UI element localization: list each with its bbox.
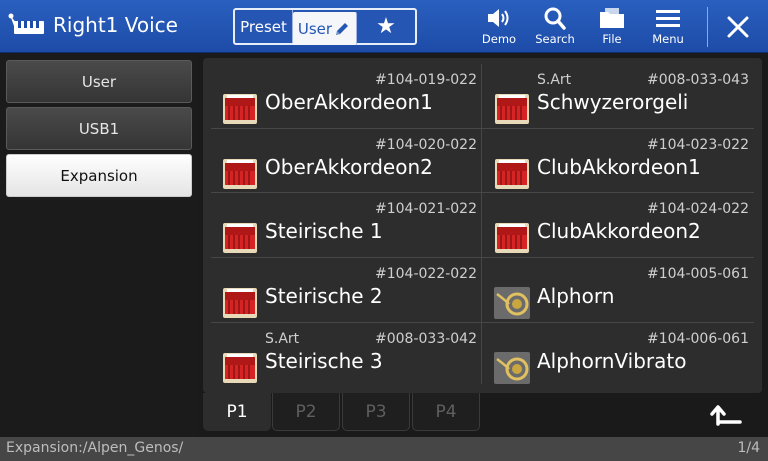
voice-number: #104-021-022 bbox=[375, 201, 477, 217]
voice-name: Steirische 2 bbox=[265, 284, 383, 308]
sidebar-item-usb1[interactable]: USB1 bbox=[6, 107, 192, 150]
voice-name: Alphorn bbox=[537, 284, 615, 308]
voice-item[interactable]: #104-019-022 OberAkkordeon1 bbox=[211, 64, 481, 128]
menu-button[interactable]: Menu bbox=[641, 6, 695, 50]
voice-item[interactable]: S.Art #008-033-043 Schwyzerorgeli bbox=[483, 64, 753, 128]
location-sidebar: User USB1 Expansion bbox=[0, 54, 198, 437]
speaker-icon bbox=[488, 9, 509, 27]
file-label: File bbox=[602, 32, 622, 46]
hamburger-menu-icon bbox=[656, 10, 680, 27]
voice-number: #104-020-022 bbox=[375, 137, 477, 153]
page-indicator: 1/4 bbox=[737, 440, 760, 456]
tab-p1[interactable]: P1 bbox=[203, 393, 271, 431]
voice-number: #104-022-022 bbox=[375, 266, 477, 282]
current-path: Expansion:/Alpen_Genos/ bbox=[6, 440, 184, 456]
voice-number: #104-019-022 bbox=[375, 72, 477, 88]
voice-item[interactable]: #104-020-022 OberAkkordeon2 bbox=[211, 129, 481, 193]
voice-item[interactable]: #104-023-022 ClubAkkordeon1 bbox=[483, 129, 753, 193]
close-icon[interactable] bbox=[716, 8, 760, 46]
voice-item[interactable]: #104-022-022 Steirische 2 bbox=[211, 258, 481, 322]
search-label: Search bbox=[535, 32, 575, 46]
user-button-label: User bbox=[297, 19, 333, 38]
voice-name: Steirische 1 bbox=[265, 219, 383, 243]
voice-tag: S.Art bbox=[265, 331, 300, 347]
accordion-icon bbox=[493, 221, 531, 255]
star-icon: ★ bbox=[376, 14, 396, 39]
tab-p4[interactable]: P4 bbox=[412, 393, 480, 431]
page-title: Right1 Voice bbox=[53, 13, 178, 37]
voice-list-panel: #104-019-022 OberAkkordeon1 S.Art #008-033-… bbox=[203, 58, 762, 393]
voice-number: #008-033-043 bbox=[647, 72, 749, 88]
voice-number: #104-024-022 bbox=[647, 201, 749, 217]
accordion-icon bbox=[493, 157, 531, 191]
preset-button[interactable]: Preset bbox=[235, 10, 293, 43]
voice-item[interactable]: #104-024-022 ClubAkkordeon2 bbox=[483, 193, 753, 257]
up-folder-icon[interactable] bbox=[706, 398, 746, 430]
sidebar-item-user[interactable]: User bbox=[6, 60, 192, 103]
voice-name: ClubAkkordeon2 bbox=[537, 219, 701, 243]
search-button[interactable]: Search bbox=[528, 6, 582, 50]
voice-name: ClubAkkordeon1 bbox=[537, 155, 701, 179]
user-button[interactable]: User bbox=[293, 12, 357, 45]
voice-item[interactable]: #104-021-022 Steirische 1 bbox=[211, 193, 481, 257]
keyboard-hand-icon bbox=[8, 13, 44, 34]
voice-item[interactable]: #104-006-061 AlphornVibrato bbox=[483, 323, 753, 387]
file-button[interactable]: File bbox=[585, 6, 639, 50]
horn-icon bbox=[493, 351, 531, 385]
voice-name: Schwyzerorgeli bbox=[537, 90, 689, 114]
accordion-icon bbox=[221, 351, 259, 385]
favorite-button[interactable]: ★ bbox=[357, 10, 415, 43]
voice-name: Steirische 3 bbox=[265, 349, 383, 373]
demo-button[interactable]: Demo bbox=[472, 6, 526, 50]
column-divider bbox=[481, 64, 482, 384]
pencil-icon bbox=[336, 22, 349, 35]
voice-item[interactable]: S.Art #008-033-042 Steirische 3 bbox=[211, 323, 481, 387]
tab-p3[interactable]: P3 bbox=[342, 393, 410, 431]
menu-label: Menu bbox=[652, 32, 684, 46]
voice-tag: S.Art bbox=[537, 72, 572, 88]
voice-number: #008-033-042 bbox=[375, 331, 477, 347]
voice-number: #104-006-061 bbox=[647, 331, 749, 347]
tab-p2[interactable]: P2 bbox=[272, 393, 340, 431]
voice-name: AlphornVibrato bbox=[537, 349, 687, 373]
accordion-icon bbox=[221, 286, 259, 320]
accordion-icon bbox=[221, 157, 259, 191]
voice-mode-selector: Preset User ★ bbox=[233, 8, 417, 45]
search-icon bbox=[544, 7, 566, 30]
folder-icon bbox=[600, 8, 624, 28]
voice-name: OberAkkordeon2 bbox=[265, 155, 433, 179]
horn-icon bbox=[493, 286, 531, 320]
accordion-icon bbox=[493, 92, 531, 126]
header-divider bbox=[707, 7, 708, 47]
status-bar: Expansion:/Alpen_Genos/ 1/4 bbox=[0, 437, 768, 461]
accordion-icon bbox=[221, 92, 259, 126]
sidebar-item-expansion[interactable]: Expansion bbox=[6, 154, 192, 197]
voice-number: #104-005-061 bbox=[647, 266, 749, 282]
voice-number: #104-023-022 bbox=[647, 137, 749, 153]
voice-item[interactable]: #104-005-061 Alphorn bbox=[483, 258, 753, 322]
header-bar: Right1 Voice Preset User ★ Demo Search F… bbox=[0, 0, 768, 53]
demo-label: Demo bbox=[481, 32, 517, 46]
accordion-icon bbox=[221, 221, 259, 255]
voice-name: OberAkkordeon1 bbox=[265, 90, 433, 114]
